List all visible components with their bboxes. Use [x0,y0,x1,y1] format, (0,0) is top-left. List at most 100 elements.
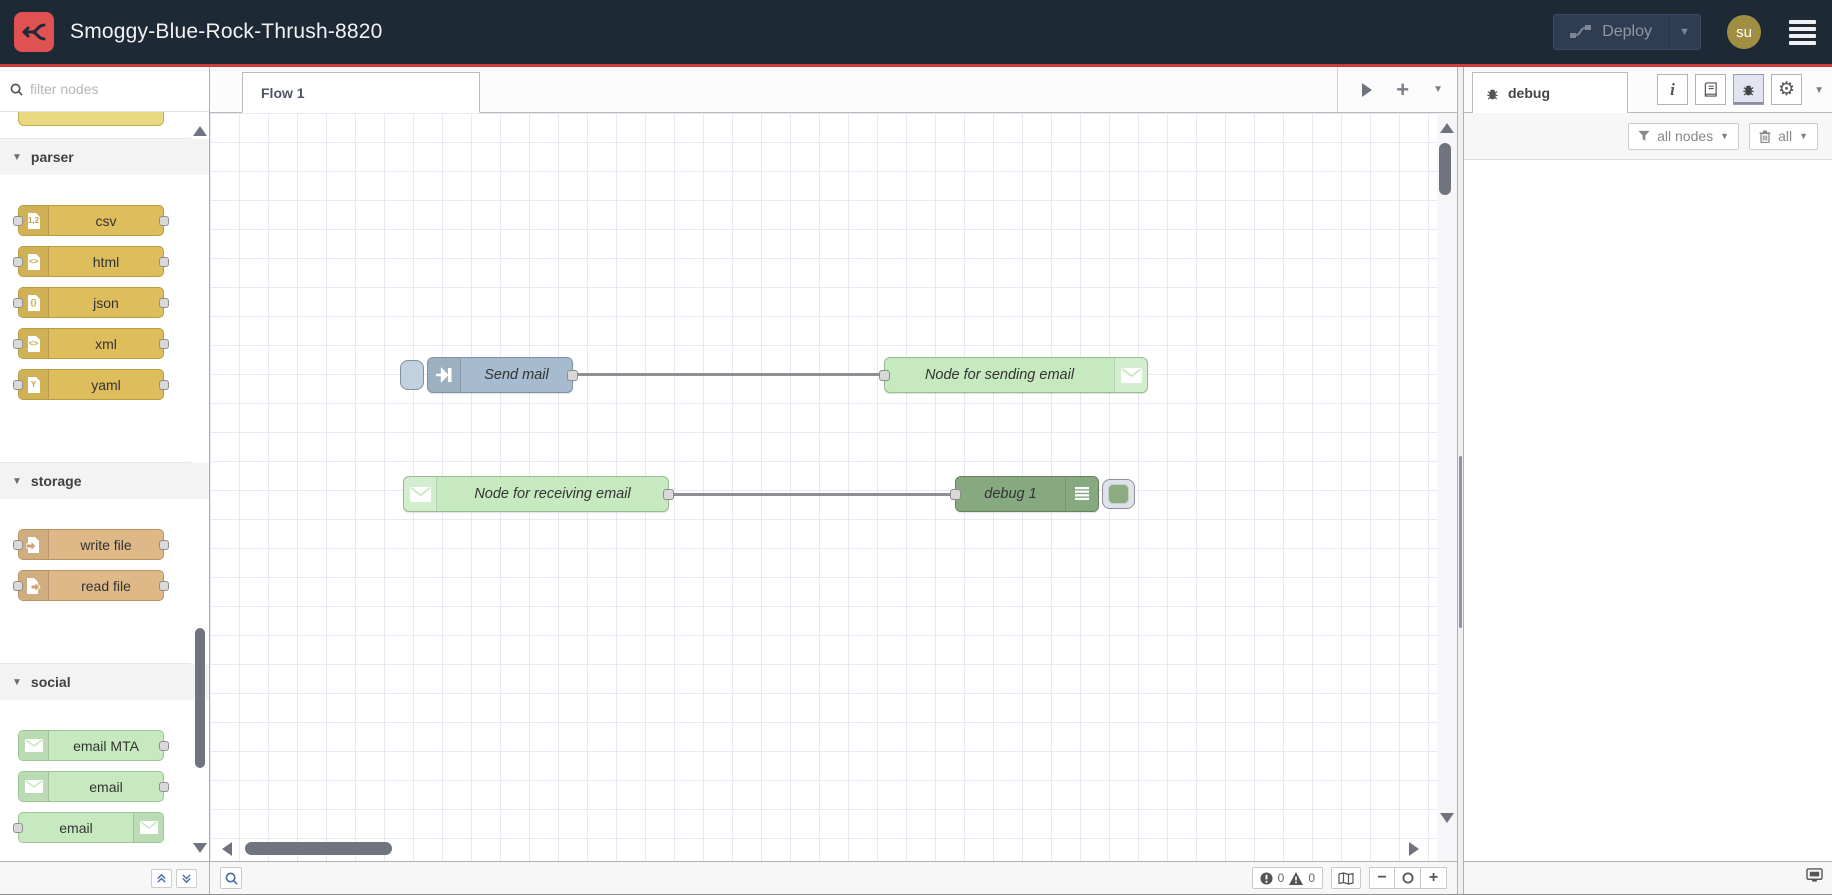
debug-message-list[interactable] [1464,160,1832,861]
palette-node-csv[interactable]: 1,2 csv [13,205,169,236]
resize-handle[interactable] [1459,456,1462,628]
sidebar-footer [1464,861,1832,894]
palette-node-json[interactable]: {} json [13,287,169,318]
info-tab-button[interactable]: i [1657,74,1688,105]
inject-trigger-button[interactable] [400,360,424,390]
node-output-port[interactable] [159,741,169,751]
node-input-port[interactable] [13,339,23,349]
node-input-port[interactable] [13,257,23,267]
scroll-left-arrow[interactable] [222,842,232,856]
scroll-down-arrow[interactable] [1440,813,1454,823]
scroll-up-arrow[interactable] [193,126,207,136]
node-input-port[interactable] [13,216,23,226]
sidebar-options-caret[interactable]: ▼ [1814,85,1824,96]
wire-inject-to-email[interactable] [572,373,885,376]
envelope-icon [1114,358,1147,392]
node-output-port[interactable] [159,540,169,550]
flow-canvas[interactable]: Send mail Node for sending email Node fo… [210,113,1457,861]
wire-email-to-debug[interactable] [668,493,956,496]
scrollbar-thumb[interactable] [195,628,205,768]
palette-scrollbar[interactable] [193,112,207,861]
palette-category-social[interactable]: ▼ social [0,664,209,700]
scroll-right-arrow[interactable] [1409,842,1419,856]
warning-triangle-icon [1289,871,1304,885]
config-tab-button[interactable]: ⚙ [1771,74,1802,105]
node-input-port[interactable] [13,581,23,591]
node-output-port[interactable] [159,257,169,267]
flow-node-label: debug 1 [984,486,1037,502]
user-avatar[interactable]: su [1727,15,1761,49]
expand-all-button[interactable] [176,868,197,888]
trash-icon [1759,130,1771,143]
scrollbar-thumb[interactable] [1439,143,1451,195]
canvas-vertical-scrollbar[interactable] [1437,113,1457,861]
node-output-port[interactable] [159,782,169,792]
tab-debug[interactable]: debug [1472,72,1628,113]
zoom-in-button[interactable]: + [1421,867,1447,889]
horizontal-scrollbar-thumb[interactable] [245,842,392,855]
tab-flow-1[interactable]: Flow 1 [242,72,480,113]
main-menu-button[interactable] [1787,16,1818,49]
node-input-port[interactable] [879,370,890,381]
debug-enable-toggle[interactable] [1102,479,1135,509]
node-output-port[interactable] [663,489,674,500]
error-count: 0 [1277,871,1285,885]
node-output-port[interactable] [159,216,169,226]
navigator-button[interactable] [1331,867,1361,889]
debug-sidebar: debug i ⚙ ▼ all nodes ▼ all ▼ [1464,67,1832,894]
palette-node-email-out[interactable]: email [13,812,164,843]
filter-funnel-icon [1638,130,1650,141]
node-output-port[interactable] [159,380,169,390]
debug-filter-button[interactable]: all nodes ▼ [1628,122,1740,150]
node-output-port[interactable] [567,370,578,381]
debug-clear-button[interactable]: all ▼ [1749,122,1818,150]
deploy-options-caret[interactable]: ▼ [1668,15,1700,49]
flow-node-inject[interactable]: Send mail [400,357,578,393]
add-flow-button[interactable]: + [1396,78,1409,101]
scroll-up-arrow[interactable] [1440,123,1454,133]
info-icon: i [1670,79,1675,99]
flow-node-email-out[interactable]: Node for sending email [879,357,1148,393]
collapse-all-button[interactable] [151,868,172,888]
zoom-reset-button[interactable] [1395,867,1421,889]
palette-scroll-area[interactable]: ▼ parser 1,2 csv <> html {} json <> xml … [0,112,209,861]
flow-node-email-in[interactable]: Node for receiving email [403,476,674,512]
node-output-port[interactable] [159,298,169,308]
palette-node-write-file[interactable]: write file [13,529,169,560]
palette-node-email-in[interactable]: email [18,771,169,802]
palette-node-read-file[interactable]: read file [13,570,169,601]
palette-search[interactable] [0,67,209,112]
palette-node-clipped[interactable] [18,112,164,126]
scroll-down-arrow[interactable] [193,843,207,853]
node-input-port[interactable] [13,823,23,833]
flow-list-caret[interactable]: ▼ [1433,84,1443,95]
palette-category-storage[interactable]: ▼ storage [0,463,209,499]
zoom-reset-icon [1402,872,1413,884]
help-tab-button[interactable] [1695,74,1726,105]
zoom-out-button[interactable]: − [1369,867,1395,889]
palette-node-email-mta[interactable]: email MTA [18,730,169,761]
tab-scroll-right-icon[interactable] [1362,82,1373,97]
sidebar-resize-gutter[interactable] [1457,67,1464,894]
palette-filter-input[interactable] [30,81,199,97]
chevron-down-icon: ▼ [12,676,22,688]
node-input-port[interactable] [13,298,23,308]
palette-category-parser[interactable]: ▼ parser [0,139,209,175]
file-write-icon [19,530,49,559]
palette-node-yaml[interactable]: Y yaml [13,369,169,400]
debug-tab-button[interactable] [1733,74,1764,105]
node-output-port[interactable] [159,339,169,349]
canvas-search-button[interactable] [220,867,242,889]
palette-node-xml[interactable]: <> xml [13,328,169,359]
node-input-port[interactable] [13,380,23,390]
node-input-port[interactable] [13,540,23,550]
issue-counter-button[interactable]: 0 0 [1251,867,1323,889]
node-palette: ▼ parser 1,2 csv [0,67,210,894]
node-input-port[interactable] [950,489,961,500]
palette-node-html[interactable]: <> html [13,246,169,277]
node-output-port[interactable] [159,581,169,591]
deploy-button[interactable]: Deploy ▼ [1553,14,1701,50]
flow-node-debug[interactable]: debug 1 [950,476,1135,512]
bug-icon [1743,85,1754,96]
open-debug-window-button[interactable] [1806,868,1823,888]
